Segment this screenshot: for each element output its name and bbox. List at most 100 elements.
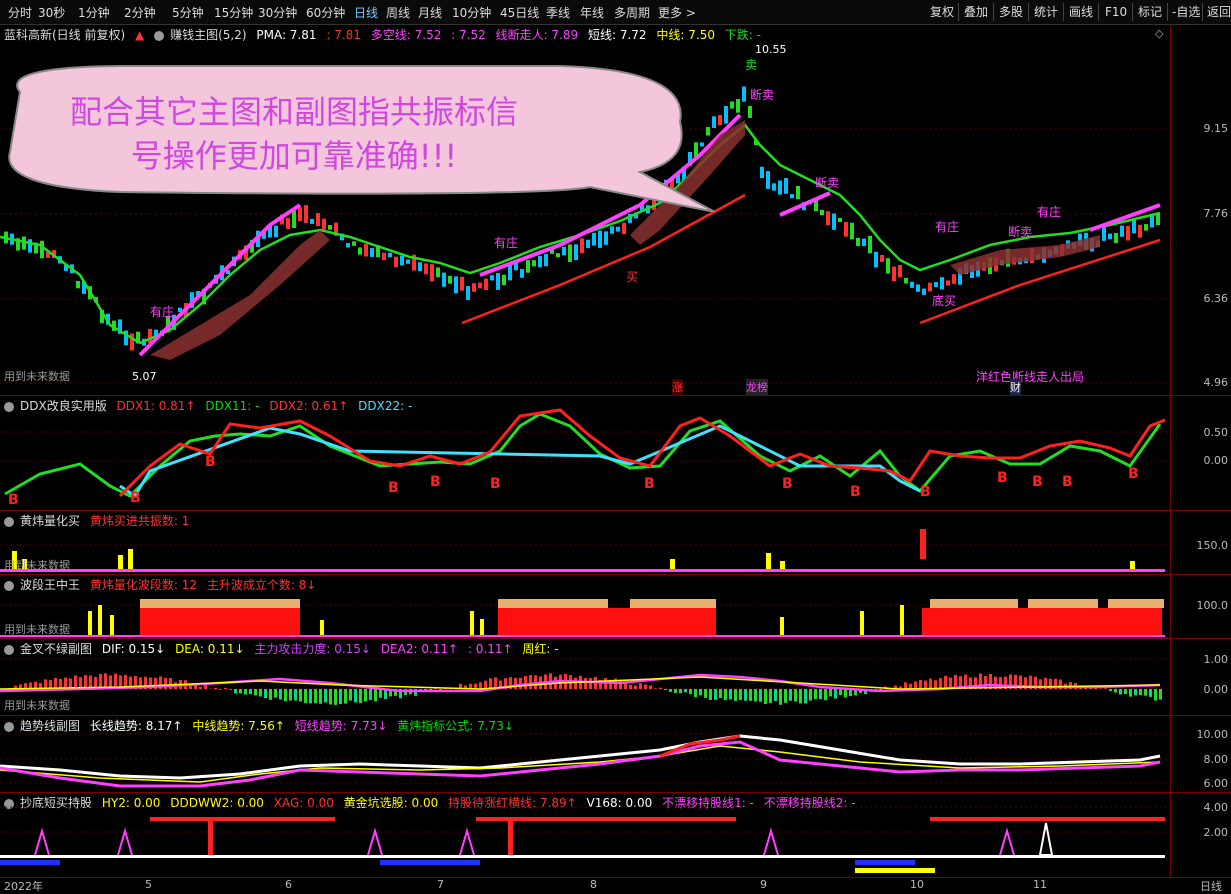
macd-bar	[734, 689, 737, 701]
youzhuang-label: 有庄	[1037, 203, 1061, 220]
qs-chart[interactable]	[0, 716, 1170, 792]
candle	[490, 275, 494, 280]
macd-bar	[679, 689, 682, 693]
watchlist-button[interactable]: -自选	[1170, 3, 1202, 21]
svg-text:B: B	[490, 476, 501, 492]
hw-chart[interactable]: 用到未来数据	[0, 511, 1170, 574]
multi-stock-button[interactable]: 多股	[997, 3, 1025, 21]
ddx-axis: 0.50 0.00	[1170, 396, 1231, 510]
candle	[460, 277, 464, 291]
candle	[352, 241, 356, 245]
candle	[874, 252, 878, 268]
macd-bar	[279, 689, 282, 699]
period-tab[interactable]: 2分钟	[124, 4, 156, 21]
macd-bar	[1119, 689, 1122, 695]
macd-bar	[934, 680, 937, 689]
period-tab[interactable]: 10分钟	[452, 4, 491, 21]
back-button[interactable]: 返回	[1205, 3, 1231, 21]
macd-bar	[224, 688, 227, 689]
fuquan-button[interactable]: 复权	[928, 3, 956, 21]
period-tab[interactable]: 15分钟	[214, 4, 253, 21]
svg-text:B: B	[388, 480, 399, 496]
macd-bar	[799, 689, 802, 703]
candle	[364, 244, 368, 256]
macd-bar	[844, 689, 847, 698]
period-tab[interactable]: 周线	[386, 4, 410, 21]
bd-chart[interactable]: 用到未来数据	[0, 575, 1170, 638]
macd-bar	[1104, 688, 1107, 689]
candle	[946, 280, 950, 285]
cai-badge: 财	[1010, 379, 1021, 395]
candle	[868, 236, 872, 253]
period-tab[interactable]: 5分钟	[172, 4, 204, 21]
candle	[844, 222, 848, 237]
xianduan-value: 线断走人: 7.89	[496, 28, 579, 42]
macd-bar	[804, 689, 807, 703]
overlay-button[interactable]: 叠加	[962, 3, 990, 21]
macd-bar	[944, 676, 947, 689]
more-periods-tab[interactable]: 更多 >	[658, 4, 696, 21]
candle	[382, 253, 386, 261]
price-axis: 9.15 7.76 6.36 4.96	[1170, 25, 1231, 395]
macd-bar	[764, 689, 767, 704]
ddx-chart[interactable]: BBB BBB BBB BBB BB	[0, 396, 1170, 510]
macd-bar	[264, 689, 267, 698]
period-tab[interactable]: 60分钟	[306, 4, 345, 21]
candle	[406, 259, 410, 263]
period-tab[interactable]: 月线	[418, 4, 442, 21]
candle	[358, 247, 362, 254]
diamond-icon[interactable]: ◇	[1155, 27, 1163, 40]
candle	[1144, 224, 1148, 231]
svg-text:B: B	[205, 454, 216, 470]
indicator-name[interactable]: 赚钱主图(5,2)	[170, 28, 246, 42]
candle	[916, 284, 920, 291]
draw-line-button[interactable]: 画线	[1067, 3, 1095, 21]
macd-bar	[349, 689, 352, 701]
candle	[892, 267, 896, 282]
macd-bar	[809, 689, 812, 701]
macd-bar	[194, 685, 197, 689]
macd-bar	[674, 689, 677, 693]
macd-bar	[929, 679, 932, 689]
candle	[322, 219, 326, 230]
macd-bar	[374, 689, 377, 701]
candle	[898, 265, 902, 277]
f10-button[interactable]: F10	[1103, 3, 1129, 21]
period-tab[interactable]: 30秒	[38, 4, 65, 21]
bang-badge: 龙榜	[746, 379, 768, 395]
svg-text:B: B	[430, 474, 441, 490]
macd-bar	[304, 689, 307, 703]
svg-text:B: B	[850, 484, 861, 500]
period-tab[interactable]: 30分钟	[258, 4, 297, 21]
period-tab[interactable]: 45日线	[500, 4, 539, 21]
macd-bar	[634, 686, 637, 689]
macd-bar	[649, 686, 652, 689]
x-tick: 10	[910, 878, 924, 891]
period-tab[interactable]: 分时	[8, 4, 32, 21]
macd-bar	[1124, 689, 1127, 694]
stats-button[interactable]: 统计	[1032, 3, 1060, 21]
jc-chart[interactable]: 用到未来数据	[0, 639, 1170, 715]
period-tab[interactable]: 季线	[546, 4, 570, 21]
period-tab[interactable]: 1分钟	[78, 4, 110, 21]
candle	[538, 256, 542, 267]
period-tab-active[interactable]: 日线	[354, 4, 378, 21]
macd-bar	[774, 689, 777, 701]
macd-bar	[584, 678, 587, 689]
mark-button[interactable]: 标记	[1136, 3, 1164, 21]
period-tab[interactable]: 多周期	[614, 4, 650, 21]
macd-bar	[629, 685, 632, 689]
macd-bar	[739, 689, 742, 700]
period-tab[interactable]: 年线	[580, 4, 604, 21]
pma-value: PMA: 7.81	[256, 28, 316, 42]
footer-note: 洋红色断线走人出局	[976, 368, 1084, 385]
future-data-note: 用到未来数据	[4, 368, 70, 384]
candle	[598, 231, 602, 248]
macd-bar	[309, 689, 312, 703]
macd-bar	[684, 689, 687, 692]
indicator-toggle-icon[interactable]	[154, 31, 164, 41]
cd-axis: 4.00 2.00	[1170, 793, 1231, 877]
candle	[316, 213, 320, 226]
cd-chart[interactable]	[0, 793, 1170, 877]
macd-bar	[914, 682, 917, 689]
